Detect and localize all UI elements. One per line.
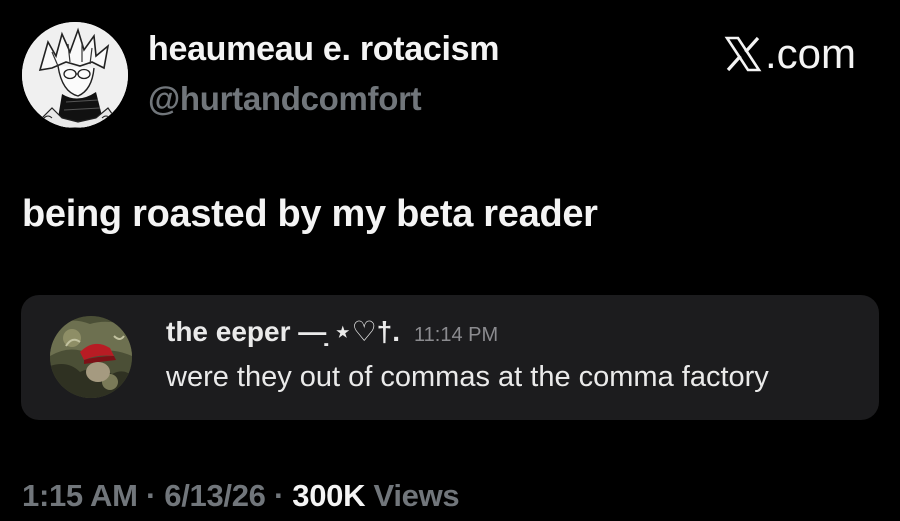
quoted-author-name[interactable]: the eeper —̣ ⋆♡†.: [166, 315, 400, 348]
views-label: Views: [365, 478, 460, 513]
tweet-metadata: 1:15 AM · 6/13/26 · 300K Views: [22, 478, 460, 514]
tweet-date[interactable]: 6/13/26: [164, 478, 266, 513]
quoted-header: the eeper —̣ ⋆♡†. 11:14 PM: [166, 315, 498, 348]
brand-domain-label: .com: [764, 30, 856, 77]
x-logo-icon: [724, 36, 762, 72]
camo-character-avatar-icon: [50, 316, 132, 398]
quoted-avatar[interactable]: [50, 316, 132, 398]
quoted-timestamp: 11:14 PM: [414, 324, 499, 346]
author-display-name[interactable]: heaumeau e. rotacism: [148, 30, 499, 69]
meta-separator: ·: [137, 478, 165, 513]
meta-separator-2: ·: [265, 478, 293, 513]
quoted-message-card[interactable]: the eeper —̣ ⋆♡†. 11:14 PM were they out…: [21, 295, 879, 420]
author-handle[interactable]: @hurtandcomfort: [148, 80, 422, 118]
tweet-card: heaumeau e. rotacism @hurtandcomfort .co…: [0, 0, 900, 521]
author-avatar[interactable]: [22, 22, 128, 128]
tweet-text: being roasted by my beta reader: [22, 193, 598, 235]
x-brand: .com: [723, 30, 856, 78]
anime-character-avatar-icon: [22, 22, 128, 128]
tweet-time[interactable]: 1:15 AM: [22, 478, 138, 513]
views-count: 300K: [292, 478, 366, 513]
quoted-message-text: were they out of commas at the comma fac…: [166, 361, 769, 393]
